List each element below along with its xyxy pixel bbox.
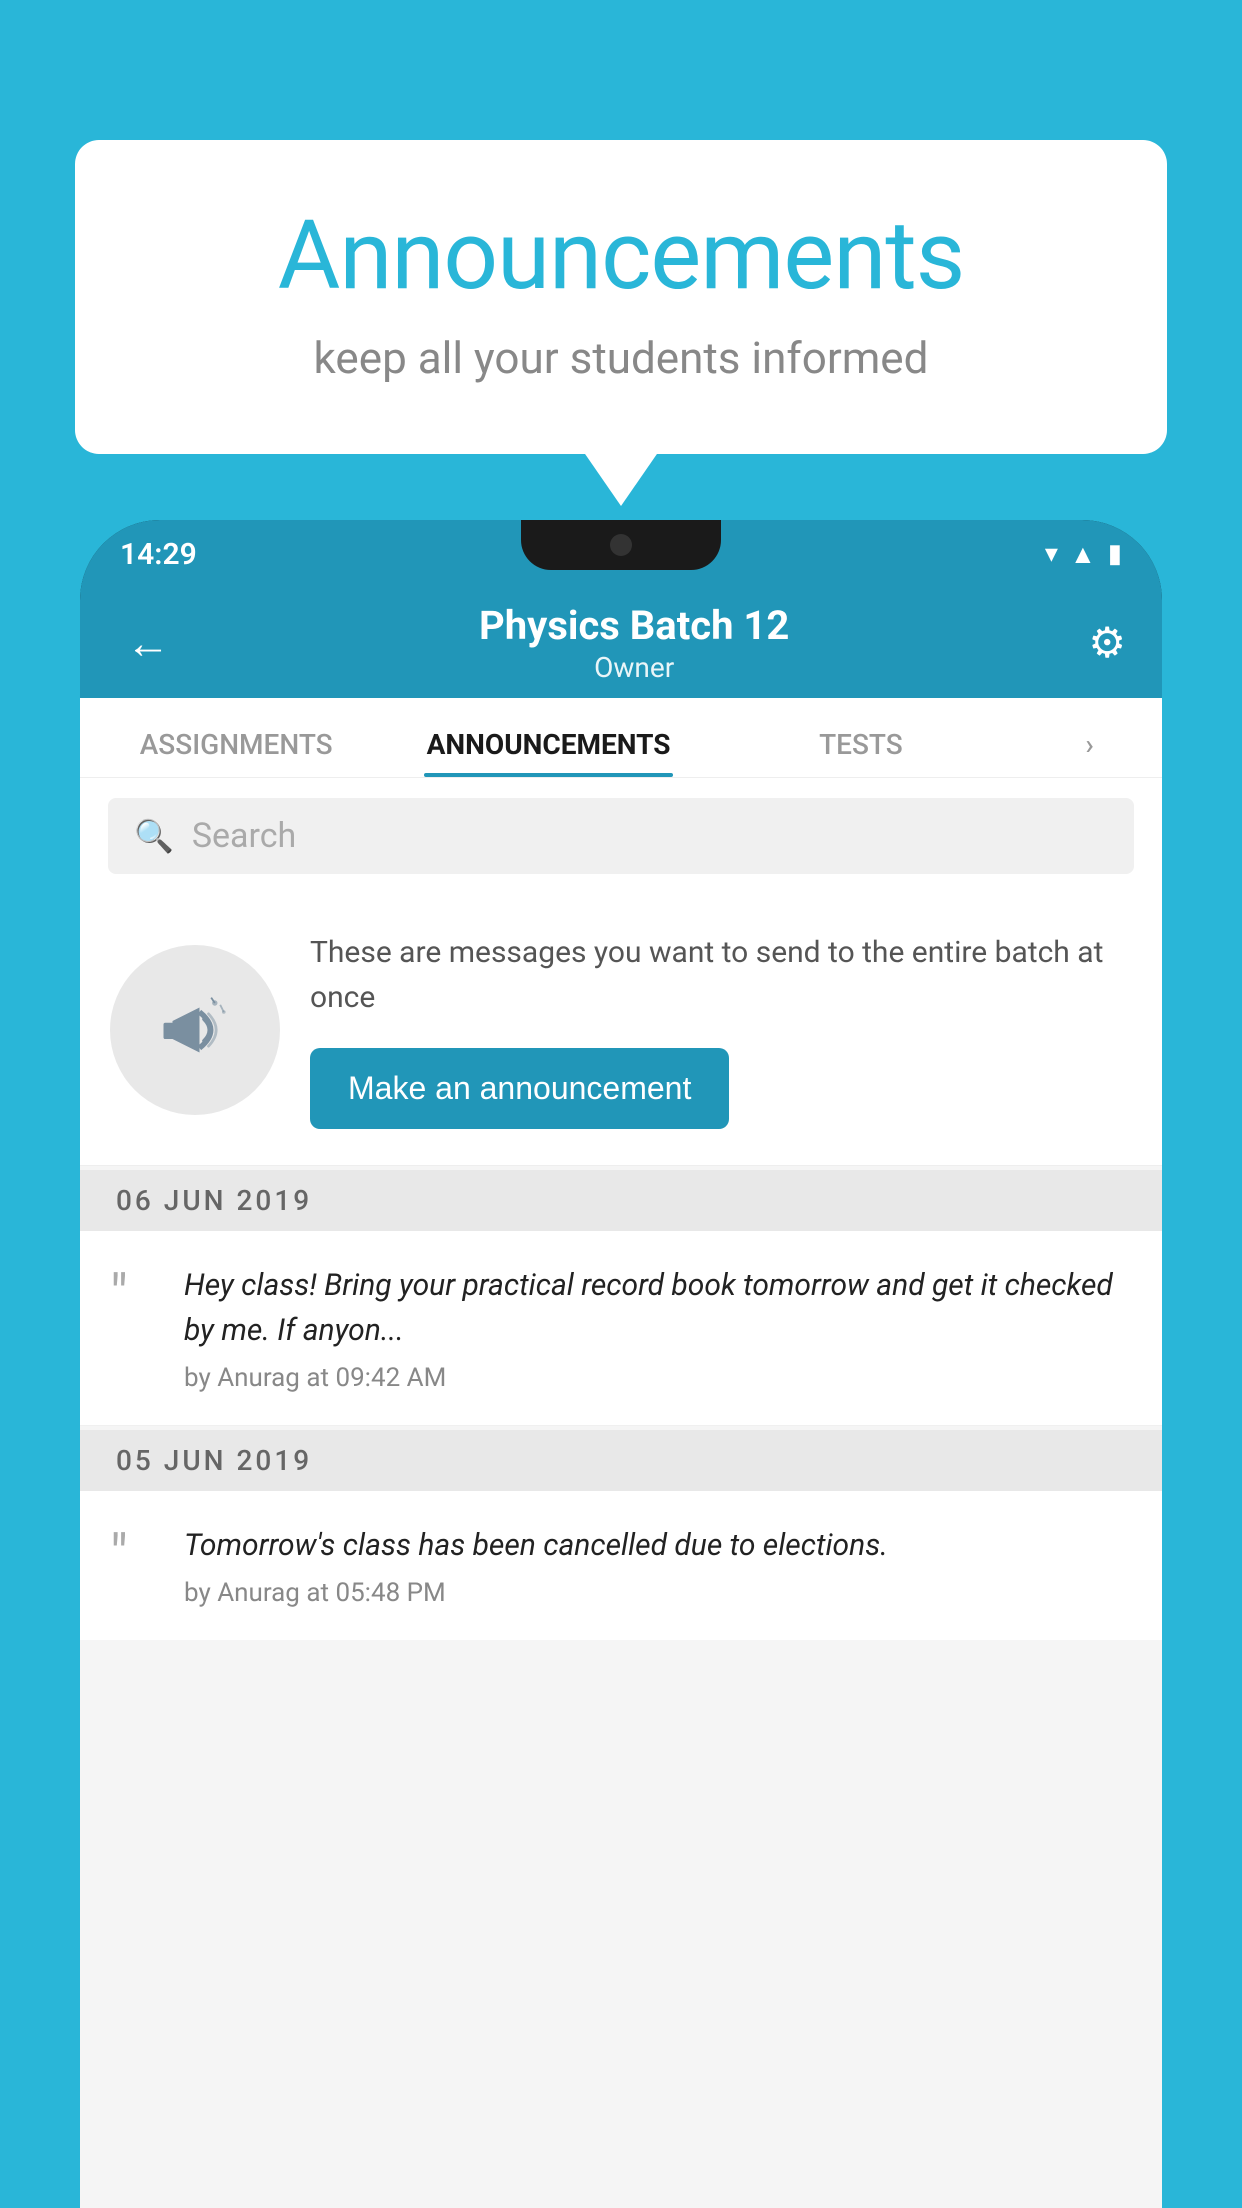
batch-name: Physics Batch 12 bbox=[479, 602, 789, 649]
phone-wrapper: 14:29 ▾ ▲ ▮ ← Physics Batch 12 Owner ⚙ A… bbox=[80, 520, 1162, 2208]
announcement-text-2: Tomorrow's class has been cancelled due … bbox=[184, 1523, 888, 1568]
wifi-icon: ▾ bbox=[1045, 539, 1058, 569]
speech-bubble-container: Announcements keep all your students inf… bbox=[75, 140, 1167, 454]
signal-icon: ▲ bbox=[1070, 539, 1096, 570]
settings-icon[interactable]: ⚙ bbox=[1088, 618, 1126, 668]
date-separator-2: 05 JUN 2019 bbox=[80, 1430, 1162, 1491]
status-time: 14:29 bbox=[120, 537, 197, 572]
announcement-meta-1: by Anurag at 09:42 AM bbox=[184, 1363, 1132, 1393]
search-placeholder: Search bbox=[192, 816, 296, 856]
app-bar: ← Physics Batch 12 Owner ⚙ bbox=[80, 588, 1162, 698]
phone-notch bbox=[521, 520, 721, 570]
phone-camera bbox=[610, 534, 632, 556]
announcement-prompt-right: These are messages you want to send to t… bbox=[310, 930, 1132, 1129]
tab-tests[interactable]: TESTS bbox=[705, 728, 1017, 777]
announcement-meta-2: by Anurag at 05:48 PM bbox=[184, 1578, 888, 1608]
announcements-title: Announcements bbox=[155, 200, 1087, 312]
battery-icon: ▮ bbox=[1108, 539, 1122, 569]
quote-icon-2: " bbox=[110, 1527, 160, 1583]
tab-more[interactable]: › bbox=[1017, 728, 1162, 777]
date-separator-1: 06 JUN 2019 bbox=[80, 1170, 1162, 1231]
batch-role: Owner bbox=[479, 651, 789, 684]
announcement-item-1[interactable]: " Hey class! Bring your practical record… bbox=[80, 1231, 1162, 1426]
prompt-description: These are messages you want to send to t… bbox=[310, 930, 1132, 1020]
tab-assignments[interactable]: ASSIGNMENTS bbox=[80, 728, 392, 777]
tab-announcements[interactable]: ANNOUNCEMENTS bbox=[392, 728, 704, 777]
megaphone-icon-circle bbox=[110, 945, 280, 1115]
announcement-prompt: These are messages you want to send to t… bbox=[80, 894, 1162, 1166]
app-bar-title: Physics Batch 12 Owner bbox=[479, 602, 789, 684]
search-bar[interactable]: 🔍 Search bbox=[108, 798, 1134, 874]
status-icons: ▾ ▲ ▮ bbox=[1045, 539, 1122, 570]
tabs-bar: ASSIGNMENTS ANNOUNCEMENTS TESTS › bbox=[80, 698, 1162, 778]
back-button[interactable]: ← bbox=[116, 607, 180, 679]
announcement-body-2: Tomorrow's class has been cancelled due … bbox=[184, 1523, 888, 1608]
megaphone-svg bbox=[150, 985, 240, 1075]
search-bar-container: 🔍 Search bbox=[80, 778, 1162, 894]
search-icon: 🔍 bbox=[134, 817, 174, 855]
announcement-item-2[interactable]: " Tomorrow's class has been cancelled du… bbox=[80, 1491, 1162, 1640]
phone-frame: 14:29 ▾ ▲ ▮ ← Physics Batch 12 Owner ⚙ A… bbox=[80, 520, 1162, 2208]
announcement-text-1: Hey class! Bring your practical record b… bbox=[184, 1263, 1132, 1353]
speech-bubble: Announcements keep all your students inf… bbox=[75, 140, 1167, 454]
announcements-subtitle: keep all your students informed bbox=[155, 332, 1087, 384]
make-announcement-button[interactable]: Make an announcement bbox=[310, 1048, 729, 1129]
announcement-body-1: Hey class! Bring your practical record b… bbox=[184, 1263, 1132, 1393]
quote-icon-1: " bbox=[110, 1267, 160, 1323]
phone-content: 🔍 Search bbox=[80, 778, 1162, 2208]
